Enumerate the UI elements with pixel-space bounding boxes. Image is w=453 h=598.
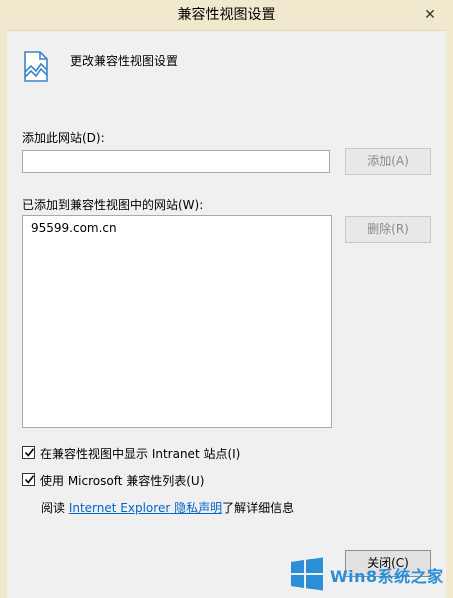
ms-list-label: 使用 Microsoft 兼容性列表(U) bbox=[40, 474, 205, 488]
added-sites-label: 已添加到兼容性视图中的网站(W): bbox=[22, 198, 204, 212]
header-text: 更改兼容性视图设置 bbox=[70, 54, 179, 68]
add-site-input[interactable] bbox=[22, 150, 330, 173]
window-title: 兼容性视图设置 bbox=[177, 7, 276, 23]
watermark-text: Win8系统之家 bbox=[330, 567, 444, 586]
window-frame-left bbox=[0, 30, 7, 598]
privacy-suffix: 了解详细信息 bbox=[222, 501, 295, 515]
ms-list-checkbox[interactable] bbox=[22, 473, 35, 486]
privacy-prefix: 阅读 bbox=[41, 501, 69, 515]
add-site-label: 添加此网站(D): bbox=[22, 131, 105, 145]
added-sites-list[interactable]: 95599.com.cn bbox=[22, 215, 332, 428]
intranet-label: 在兼容性视图中显示 Intranet 站点(I) bbox=[40, 447, 241, 461]
checkmark-icon bbox=[24, 475, 35, 484]
windows-logo-icon bbox=[291, 557, 323, 591]
broken-page-icon bbox=[24, 51, 48, 82]
title-bar[interactable]: 兼容性视图设置 ✕ bbox=[0, 0, 453, 31]
window-frame-right bbox=[446, 30, 453, 598]
close-icon[interactable]: ✕ bbox=[417, 2, 443, 28]
privacy-line: 阅读 Internet Explorer 隐私声明了解详细信息 bbox=[41, 499, 294, 516]
checkmark-icon bbox=[24, 448, 35, 457]
remove-button[interactable]: 删除(R) bbox=[345, 216, 431, 243]
list-item[interactable]: 95599.com.cn bbox=[31, 221, 117, 235]
privacy-link[interactable]: Internet Explorer 隐私声明 bbox=[69, 501, 222, 515]
intranet-checkbox[interactable] bbox=[22, 446, 35, 459]
add-button[interactable]: 添加(A) bbox=[345, 148, 431, 175]
